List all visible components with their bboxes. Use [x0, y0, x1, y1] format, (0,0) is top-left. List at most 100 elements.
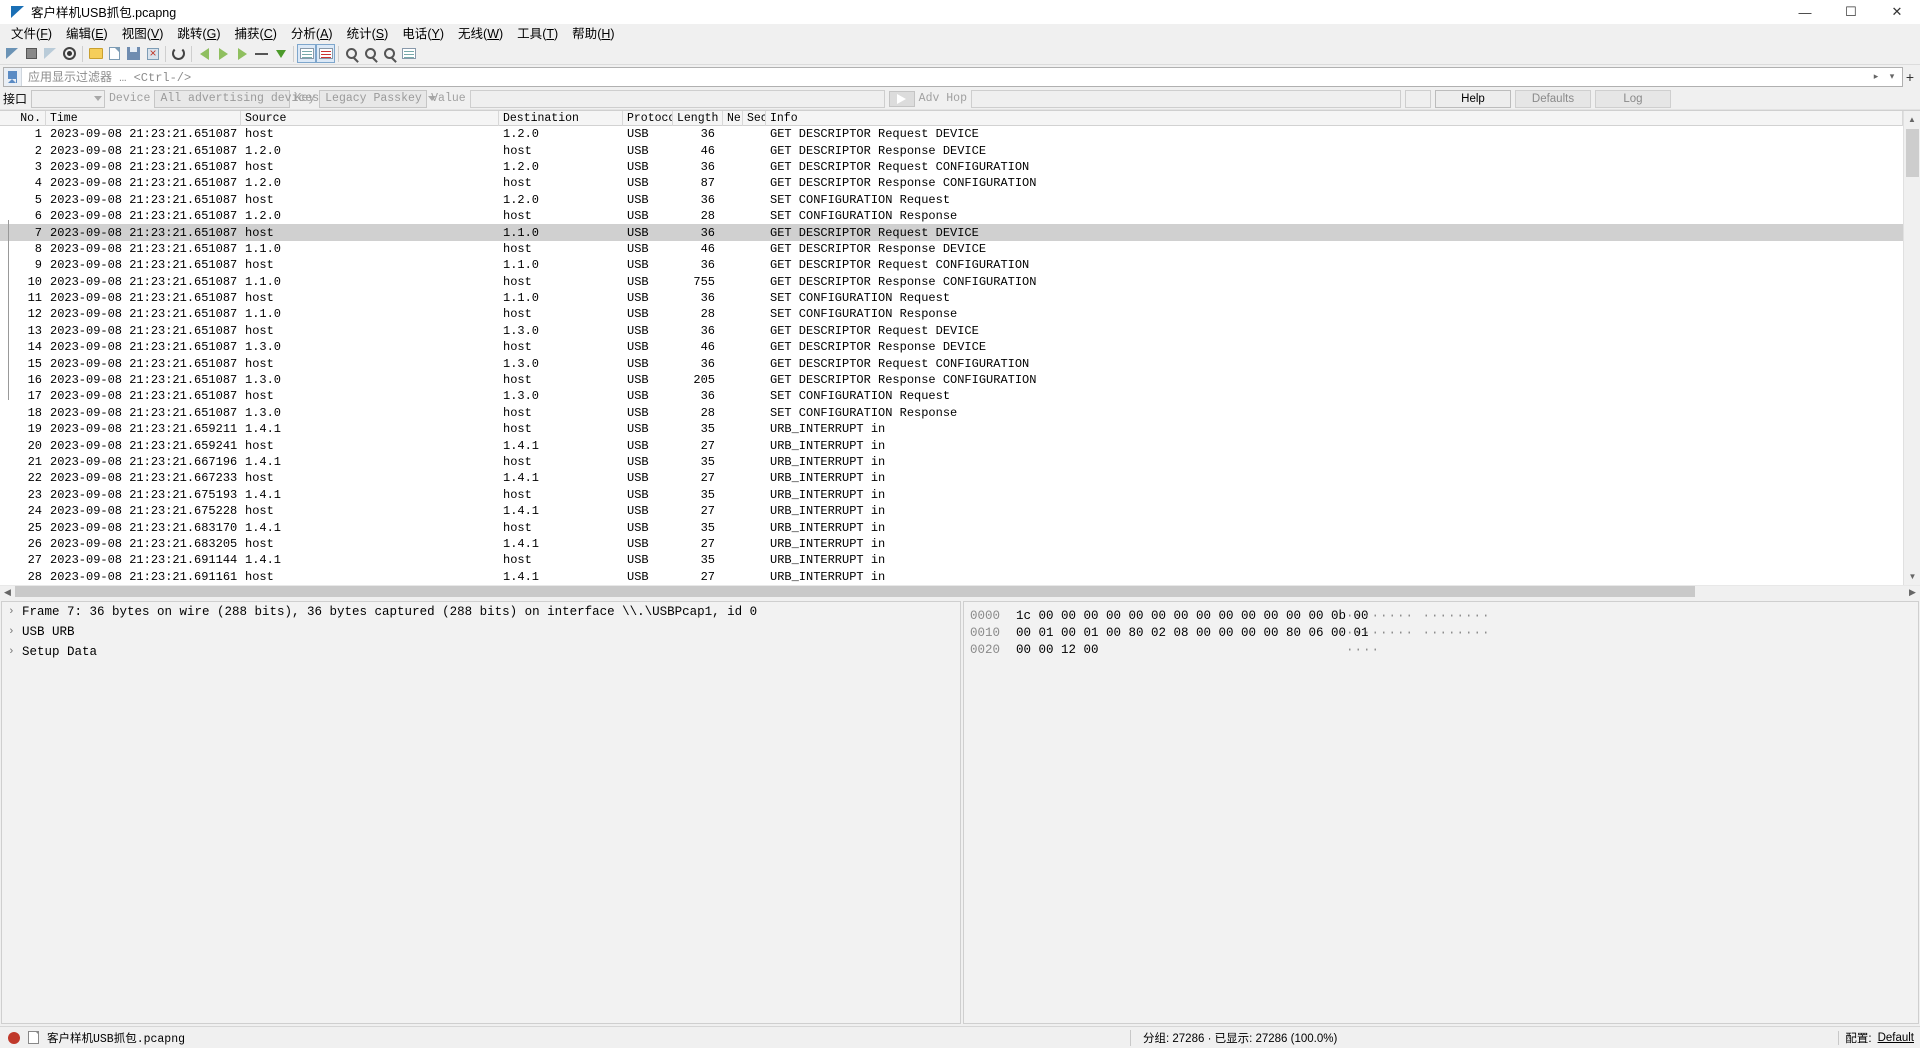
hex-row[interactable]: 0000 1c 00 00 00 00 00 00 00 00 00 00 00 … [970, 608, 1491, 625]
menu-view[interactable]: 视图(V) [115, 25, 171, 43]
log-button[interactable]: Log [1594, 89, 1671, 108]
hex-row[interactable]: 0010 00 01 00 01 00 80 02 08 00 00 00 00 … [970, 625, 1491, 642]
zoom-reset-icon[interactable] [380, 44, 399, 63]
packet-list-hscrollbar[interactable]: ◀ ▶ [0, 584, 1920, 599]
table-row[interactable]: 25 2023-09-08 21:23:21.683170 1.4.1 host USB… [0, 519, 1903, 535]
adv-hop-extra[interactable] [1404, 89, 1431, 108]
menu-tools[interactable]: 工具(T) [510, 25, 565, 43]
table-row[interactable]: 1 2023-09-08 21:23:21.651087 host 1.2.0 USB 3… [0, 126, 1903, 142]
table-row[interactable]: 22 2023-09-08 21:23:21.667233 host 1.4.1 USB… [0, 470, 1903, 486]
table-row[interactable]: 24 2023-09-08 21:23:21.675228 host 1.4.1 USB… [0, 503, 1903, 519]
menu-statistics[interactable]: 统计(S) [340, 25, 396, 43]
colorize-icon[interactable] [316, 44, 335, 63]
column-header-ne[interactable]: Ne [723, 111, 743, 126]
table-row[interactable]: 4 2023-09-08 21:23:21.651087 1.2.0 host USB 8… [0, 175, 1903, 191]
stop-capture-icon[interactable] [22, 44, 41, 63]
adv-hop-input[interactable] [970, 89, 1401, 108]
capture-status-icon[interactable] [8, 1031, 20, 1044]
bookmark-icon[interactable] [4, 67, 22, 86]
column-header-source[interactable]: Source [241, 111, 499, 126]
packet-bytes-pane[interactable]: 0000 1c 00 00 00 00 00 00 00 00 00 00 00 … [963, 600, 1919, 1024]
zoom-out-icon[interactable] [361, 44, 380, 63]
hscroll-thumb[interactable] [15, 586, 1695, 598]
menu-capture[interactable]: 捕获(C) [228, 25, 284, 43]
menu-go[interactable]: 跳转(G) [170, 25, 227, 43]
menu-analyze[interactable]: 分析(A) [284, 25, 340, 43]
table-row[interactable]: 19 2023-09-08 21:23:21.659211 1.4.1 host USB… [0, 421, 1903, 437]
menu-edit[interactable]: 编辑(E) [59, 25, 115, 43]
scroll-down-icon[interactable]: ▼ [1904, 568, 1920, 585]
packet-list-vscrollbar[interactable]: ▲ ▼ [1903, 111, 1920, 585]
column-header-time[interactable]: Time [46, 111, 241, 126]
table-row[interactable]: 14 2023-09-08 21:23:21.651087 1.3.0 host USB… [0, 339, 1903, 355]
scroll-up-icon[interactable]: ▲ [1904, 111, 1920, 128]
column-header-length[interactable]: Length [673, 111, 723, 126]
table-row[interactable]: 6 2023-09-08 21:23:21.651087 1.2.0 host USB 2… [0, 208, 1903, 224]
go-arrow-icon[interactable] [888, 90, 915, 107]
zoom-in-icon[interactable] [342, 44, 361, 63]
column-header-destination[interactable]: Destination [499, 111, 623, 126]
open-file-icon[interactable] [86, 44, 105, 63]
table-row[interactable]: 17 2023-09-08 21:23:21.651087 host 1.3.0 USB… [0, 388, 1903, 404]
table-row[interactable]: 16 2023-09-08 21:23:21.651087 1.3.0 host USB… [0, 372, 1903, 388]
hex-row[interactable]: 0020 00 00 12 00 ···· [970, 642, 1491, 659]
display-filter-input[interactable]: 应用显示过滤器 … <Ctrl-/> ▸ ▾ [3, 66, 1903, 87]
table-row[interactable]: 10 2023-09-08 21:23:21.651087 1.1.0 host USB… [0, 274, 1903, 290]
detail-row[interactable]: › Setup Data [2, 642, 960, 662]
table-row[interactable]: 18 2023-09-08 21:23:21.651087 1.3.0 host USB… [0, 405, 1903, 421]
table-row[interactable]: 7 2023-09-08 21:23:21.651087 host 1.1.0 USB 3… [0, 224, 1903, 241]
table-row[interactable]: 27 2023-09-08 21:23:21.691144 1.4.1 host USB… [0, 552, 1903, 568]
start-capture-icon[interactable] [3, 44, 22, 63]
go-to-first-icon[interactable] [252, 44, 271, 63]
table-row[interactable]: 21 2023-09-08 21:23:21.667196 1.4.1 host USB… [0, 454, 1903, 470]
menu-help[interactable]: 帮助(H) [565, 25, 621, 43]
table-row[interactable]: 11 2023-09-08 21:23:21.651087 host 1.1.0 USB… [0, 290, 1903, 306]
close-file-icon[interactable] [124, 44, 143, 63]
scroll-right-icon[interactable]: ▶ [1905, 587, 1920, 598]
minimize-button[interactable]: — [1782, 0, 1828, 24]
column-header-protocol[interactable]: Protocol [623, 111, 673, 126]
table-row[interactable]: 2 2023-09-08 21:23:21.651087 1.2.0 host USB 4… [0, 142, 1903, 158]
status-profile-value[interactable]: Default [1878, 1032, 1914, 1044]
device-select[interactable]: All advertising devices [154, 89, 334, 108]
menu-file[interactable]: 文件(F) [4, 25, 59, 43]
add-filter-button-icon[interactable]: + [1903, 69, 1917, 85]
close-button[interactable]: ✕ [1874, 0, 1920, 24]
expander-icon[interactable]: › [8, 606, 22, 618]
table-row[interactable]: 20 2023-09-08 21:23:21.659241 host 1.4.1 USB… [0, 437, 1903, 453]
table-row[interactable]: 12 2023-09-08 21:23:21.651087 1.1.0 host USB… [0, 306, 1903, 322]
go-forward-icon[interactable] [214, 44, 233, 63]
go-to-packet-icon[interactable] [233, 44, 252, 63]
auto-scroll-icon[interactable] [297, 44, 316, 63]
table-row[interactable]: 9 2023-09-08 21:23:21.651087 host 1.1.0 USB 3… [0, 257, 1903, 273]
menu-telephony[interactable]: 电话(Y) [395, 25, 451, 43]
expander-icon[interactable]: › [8, 646, 22, 658]
table-row[interactable]: 26 2023-09-08 21:23:21.683205 host 1.4.1 USB… [0, 536, 1903, 552]
maximize-button[interactable]: ☐ [1828, 0, 1874, 24]
interface-select[interactable] [31, 89, 106, 108]
table-row[interactable]: 13 2023-09-08 21:23:21.651087 host 1.3.0 USB… [0, 323, 1903, 339]
go-back-icon[interactable] [195, 44, 214, 63]
column-header-sec[interactable]: Sec [743, 111, 766, 126]
table-row[interactable]: 5 2023-09-08 21:23:21.651087 host 1.2.0 USB 3… [0, 192, 1903, 208]
value-input[interactable] [469, 89, 885, 108]
table-row[interactable]: 3 2023-09-08 21:23:21.651087 host 1.2.0 USB 3… [0, 159, 1903, 175]
save-as-icon[interactable] [105, 44, 124, 63]
key-select[interactable]: Legacy Passkey [319, 89, 436, 108]
table-row[interactable]: 23 2023-09-08 21:23:21.675193 1.4.1 host USB… [0, 487, 1903, 503]
clear-filter-icon[interactable]: ▸ [1868, 68, 1884, 86]
defaults-button[interactable]: Defaults [1514, 89, 1591, 108]
table-row[interactable]: 28 2023-09-08 21:23:21.691161 host 1.4.1 USB… [0, 569, 1903, 585]
find-packet-icon[interactable] [169, 44, 188, 63]
resize-columns-icon[interactable] [399, 44, 418, 63]
apply-filter-icon[interactable]: ▾ [1884, 68, 1900, 86]
column-header-info[interactable]: Info [766, 111, 1903, 126]
vscroll-thumb[interactable] [1906, 129, 1919, 177]
restart-capture-icon[interactable] [41, 44, 60, 63]
reload-file-icon[interactable] [143, 44, 162, 63]
expander-icon[interactable]: › [8, 626, 22, 638]
detail-row[interactable]: › Frame 7: 36 bytes on wire (288 bits), 3… [2, 602, 960, 622]
go-to-last-icon[interactable] [271, 44, 290, 63]
scroll-left-icon[interactable]: ◀ [0, 587, 15, 598]
packet-details-pane[interactable]: › Frame 7: 36 bytes on wire (288 bits), 3… [1, 600, 961, 1024]
